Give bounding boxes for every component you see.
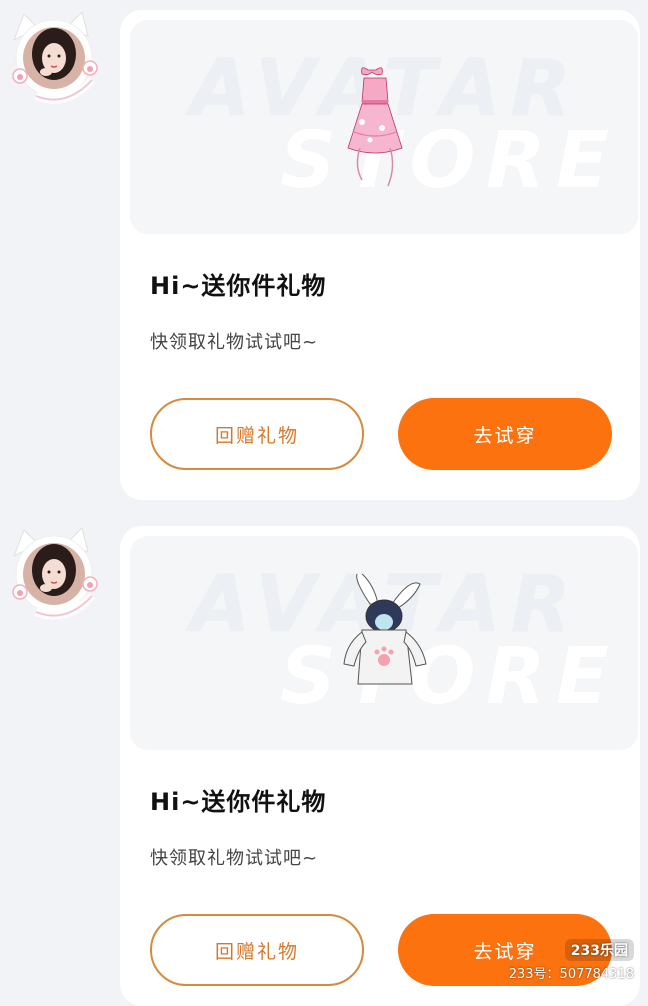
gift-banner: AVATAR STORE <box>130 20 638 234</box>
return-gift-button[interactable]: 回赠礼物 <box>150 398 364 470</box>
avatar-store-watermark: STORE <box>280 116 620 206</box>
user-id-text: 233号：507784318 <box>508 967 634 982</box>
site-logo: 233乐园 <box>564 939 634 961</box>
pink-dress-icon <box>347 67 403 187</box>
avatar[interactable] <box>6 526 102 622</box>
gift-card[interactable]: AVATAR STORE Hi~送你件礼物 快领取礼物试试吧~ 回赠礼物 <box>120 10 640 500</box>
gift-subtitle: 快领取礼物试试吧~ <box>150 332 319 353</box>
gift-title: Hi~送你件礼物 <box>150 788 327 816</box>
gift-subtitle: 快领取礼物试试吧~ <box>150 848 319 869</box>
gift-title: Hi~送你件礼物 <box>150 272 327 300</box>
gift-card[interactable]: AVATAR STORE Hi~送你件礼物 快 <box>120 526 640 1006</box>
gift-banner: AVATAR STORE <box>130 536 638 750</box>
watermark-badge: 233乐园 233号：507784318 <box>509 939 634 982</box>
avatar-icon <box>12 11 98 104</box>
try-on-button[interactable]: 去试穿 <box>398 398 612 470</box>
return-gift-button[interactable]: 回赠礼物 <box>150 914 364 986</box>
bunny-hoodie-icon <box>343 574 427 685</box>
avatar-icon <box>12 527 98 620</box>
avatar-store-watermark: STORE <box>280 632 620 722</box>
avatar[interactable] <box>6 10 102 106</box>
